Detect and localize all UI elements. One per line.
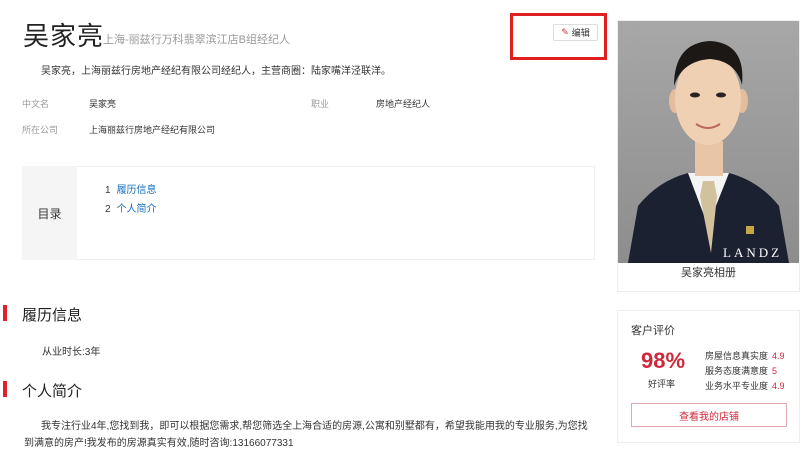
resume-section-title: 履历信息 [22,307,83,324]
section-marker [3,381,7,397]
cn-name-value: 吴家亮 [89,99,117,109]
positive-rate-label: 好评率 [648,379,676,389]
pencil-icon: ✎ [561,27,569,37]
toc-item-intro[interactable]: 2 个人简介 [105,200,157,215]
company-value: 上海丽兹行房地产经纪有限公司 [89,125,216,135]
toc-item-resume[interactable]: 1 履历信息 [105,181,157,196]
job-label: 职业 [311,99,330,109]
edit-button[interactable]: ✎ 编辑 [553,24,598,41]
metric-row: 服务态度满意度 5 [705,366,778,376]
edit-button-label: 编辑 [571,28,590,38]
toc-title: 目录 [22,166,77,260]
agent-photo[interactable]: LANDZ [618,21,799,263]
landz-watermark: LANDZ [723,245,783,260]
metric-row: 业务水平专业度 4.9 [705,381,785,391]
album-label[interactable]: 吴家亮相册 [617,264,800,280]
company-label: 所在公司 [22,125,59,135]
years-in-business: 从业时长:3年 [42,347,101,358]
metric-row: 房屋信息真实度 4.9 [705,351,785,361]
agent-subtitle: 上海-丽兹行万科翡翠滨江店B组经纪人 [103,34,290,46]
section-marker [3,305,7,321]
job-value: 房地产经纪人 [376,99,431,109]
view-shop-button[interactable]: 查看我的店铺 [631,403,787,427]
agent-name: 吴家亮 [23,21,105,51]
bio-text: 我专注行业4年,您找到我，即可以根据您需求,帮您筛选全上海合适的房源,公寓和别墅… [24,421,588,449]
intro-section-title: 个人简介 [22,383,83,400]
cn-name-label: 中文名 [22,99,50,109]
agent-summary: 吴家亮，上海丽兹行房地产经纪有限公司经纪人，主营商圈：陆家嘴洋泾联洋。 [41,66,391,77]
rating-title: 客户评价 [631,325,675,337]
positive-rate: 98% [641,348,686,373]
agent-portrait-image [618,21,799,263]
